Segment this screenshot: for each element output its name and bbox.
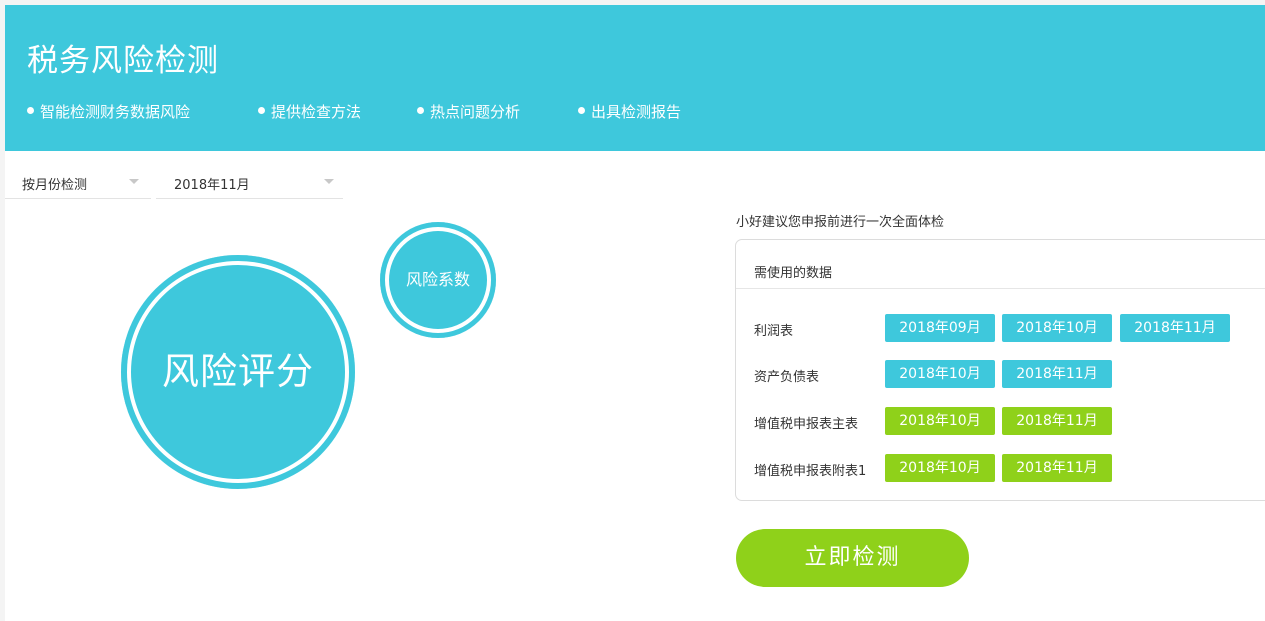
feature-item: 提供检查方法 bbox=[258, 101, 361, 122]
month-chip[interactable]: 2018年10月 bbox=[885, 454, 995, 482]
bullet-icon bbox=[417, 107, 424, 114]
bullet-icon bbox=[27, 107, 34, 114]
feature-item: 出具检测报告 bbox=[578, 101, 681, 122]
month-select[interactable]: 2018年11月 bbox=[156, 164, 343, 199]
data-row-vat-main: 增值税申报表主表 2018年10月 2018年11月 bbox=[736, 407, 1265, 435]
data-row-vat-attachment: 增值税申报表附表1 2018年10月 2018年11月 bbox=[736, 454, 1265, 482]
mode-select[interactable]: 按月份检测 bbox=[5, 164, 151, 199]
required-data-panel: 需使用的数据 利润表 2018年09月 2018年10月 2018年11月 资产… bbox=[735, 239, 1265, 501]
bullet-icon bbox=[578, 107, 585, 114]
header-banner: 税务风险检测 智能检测财务数据风险 提供检查方法 热点问题分析 出具检测报告 bbox=[5, 5, 1265, 151]
month-chip[interactable]: 2018年10月 bbox=[885, 360, 995, 388]
risk-score-circle: 风险评分 bbox=[121, 255, 355, 489]
month-chip[interactable]: 2018年10月 bbox=[885, 407, 995, 435]
month-chip[interactable]: 2018年10月 bbox=[1002, 314, 1112, 342]
chevron-down-icon bbox=[324, 179, 334, 184]
data-row-income-statement: 利润表 2018年09月 2018年10月 2018年11月 bbox=[736, 314, 1265, 342]
month-chip[interactable]: 2018年09月 bbox=[885, 314, 995, 342]
page-title: 税务风险检测 bbox=[27, 43, 219, 79]
month-chip[interactable]: 2018年11月 bbox=[1002, 407, 1112, 435]
feature-label: 提供检查方法 bbox=[271, 103, 362, 121]
feature-item: 热点问题分析 bbox=[417, 101, 520, 122]
feature-label: 智能检测财务数据风险 bbox=[40, 103, 191, 121]
month-chip[interactable]: 2018年11月 bbox=[1120, 314, 1230, 342]
row-label: 利润表 bbox=[754, 324, 794, 339]
row-label: 增值税申报表附表1 bbox=[754, 464, 867, 479]
bullet-icon bbox=[258, 107, 265, 114]
mode-select-value: 按月份检测 bbox=[22, 178, 88, 193]
chevron-down-icon bbox=[129, 179, 139, 184]
month-chip[interactable]: 2018年11月 bbox=[1002, 360, 1112, 388]
row-label: 增值税申报表主表 bbox=[754, 417, 859, 432]
risk-score-label: 风险评分 bbox=[162, 350, 314, 393]
risk-factor-label: 风险系数 bbox=[405, 270, 470, 289]
feature-label: 出具检测报告 bbox=[591, 103, 682, 121]
risk-factor-circle: 风险系数 bbox=[380, 222, 496, 338]
feature-label: 热点问题分析 bbox=[430, 103, 521, 121]
panel-heading: 需使用的数据 bbox=[754, 266, 833, 281]
panel-divider bbox=[736, 288, 1265, 289]
row-label: 资产负债表 bbox=[754, 370, 820, 385]
suggestion-text: 小好建议您申报前进行一次全面体检 bbox=[736, 215, 945, 230]
data-row-balance-sheet: 资产负债表 2018年10月 2018年11月 bbox=[736, 360, 1265, 388]
month-select-value: 2018年11月 bbox=[174, 178, 250, 193]
month-chip[interactable]: 2018年11月 bbox=[1002, 454, 1112, 482]
feature-item: 智能检测财务数据风险 bbox=[27, 101, 190, 122]
detect-now-button[interactable]: 立即检测 bbox=[736, 529, 969, 587]
